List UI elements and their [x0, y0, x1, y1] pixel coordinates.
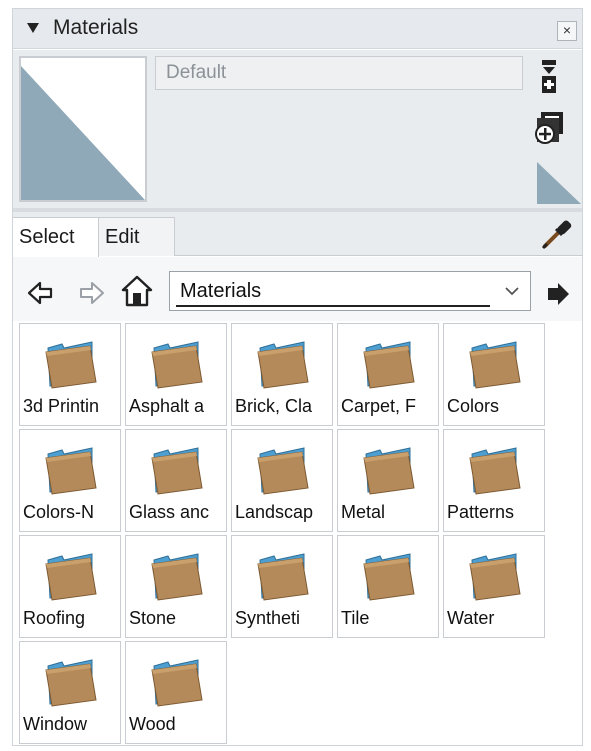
folder-label: Tile [341, 608, 370, 628]
home-icon[interactable] [121, 275, 153, 307]
folder-label: Syntheti [235, 608, 301, 628]
folder-tile[interactable]: Metal [337, 429, 439, 532]
create-material-icon[interactable] [533, 108, 567, 148]
collection-underline [176, 305, 490, 307]
folder-tile[interactable]: Roofing [19, 535, 121, 638]
details-arrow-icon[interactable] [545, 281, 571, 307]
folder-label: Patterns [447, 502, 515, 522]
folder-icon [363, 553, 415, 601]
folder-label: Colors-N [23, 502, 95, 522]
material-name-field[interactable]: Default [155, 56, 523, 90]
folder-icon [469, 447, 521, 495]
folder-icon [151, 659, 203, 707]
folder-label: Glass anc [129, 502, 210, 522]
navigation-bar: Materials [13, 257, 582, 321]
folder-tile[interactable]: Brick, Cla [231, 323, 333, 426]
folder-icon [469, 553, 521, 601]
folder-label: Asphalt a [129, 396, 205, 416]
folder-tile[interactable]: Syntheti [231, 535, 333, 638]
folder-icon [45, 341, 97, 389]
folder-label: Stone [129, 608, 177, 628]
collection-dropdown-value: Materials [180, 280, 262, 302]
folder-icon [45, 553, 97, 601]
tab-edit[interactable]: Edit [99, 217, 175, 256]
folder-label: 3d Printin [23, 396, 100, 416]
folder-tile[interactable]: Landscap [231, 429, 333, 532]
close-button[interactable]: × [557, 21, 577, 41]
material-swatch [19, 56, 147, 202]
folder-label: Wood [129, 714, 176, 734]
folder-icon [363, 341, 415, 389]
folder-tile[interactable]: Tile [337, 535, 439, 638]
folder-grid: 3d Printin Asphalt a Brick, Cla Carpet, F Co… [13, 321, 582, 745]
chevron-down-icon[interactable] [504, 285, 520, 297]
materials-panel: Materials × Default Select Edit Material… [12, 8, 583, 746]
folder-tile[interactable]: Asphalt a [125, 323, 227, 426]
folder-icon [151, 553, 203, 601]
eyedropper-icon[interactable] [539, 216, 575, 252]
folder-tile[interactable]: Wood [125, 641, 227, 744]
folder-icon [151, 341, 203, 389]
folder-label: Brick, Cla [235, 396, 313, 416]
folder-label: Water [447, 608, 495, 628]
folder-icon [151, 447, 203, 495]
folder-label: Landscap [235, 502, 314, 522]
folder-icon [257, 553, 309, 601]
folder-icon [45, 447, 97, 495]
folder-tile[interactable]: Water [443, 535, 545, 638]
secondary-pane-icon[interactable] [540, 60, 558, 94]
folder-label: Roofing [23, 608, 86, 628]
folder-icon [257, 447, 309, 495]
title-bar[interactable]: Materials × [13, 9, 582, 49]
close-icon: × [562, 22, 572, 38]
panel-title: Materials [53, 16, 139, 39]
folder-tile[interactable]: Patterns [443, 429, 545, 532]
folder-icon [469, 341, 521, 389]
folder-icon [363, 447, 415, 495]
folder-label: Carpet, F [341, 396, 417, 416]
collection-dropdown[interactable]: Materials [169, 271, 531, 311]
folder-tile[interactable]: Stone [125, 535, 227, 638]
folder-tile[interactable]: Window [19, 641, 121, 744]
folder-tile[interactable]: Colors-N [19, 429, 121, 532]
folder-tile[interactable]: Carpet, F [337, 323, 439, 426]
folder-icon [45, 659, 97, 707]
folder-label: Metal [341, 502, 386, 522]
material-swatch-corner [537, 162, 581, 204]
folder-tile[interactable]: Glass anc [125, 429, 227, 532]
tab-bar: Select Edit [13, 212, 582, 257]
forward-arrow-icon[interactable] [77, 281, 105, 305]
folder-tile[interactable]: 3d Printin [19, 323, 121, 426]
folder-label: Window [23, 714, 88, 734]
back-arrow-icon[interactable] [27, 281, 55, 305]
triangle-down-icon[interactable] [26, 21, 40, 35]
folder-icon [257, 341, 309, 389]
material-preview-area: Default [13, 50, 582, 208]
folder-tile[interactable]: Colors [443, 323, 545, 426]
folder-label: Colors [447, 396, 500, 416]
tab-select[interactable]: Select [13, 217, 99, 257]
